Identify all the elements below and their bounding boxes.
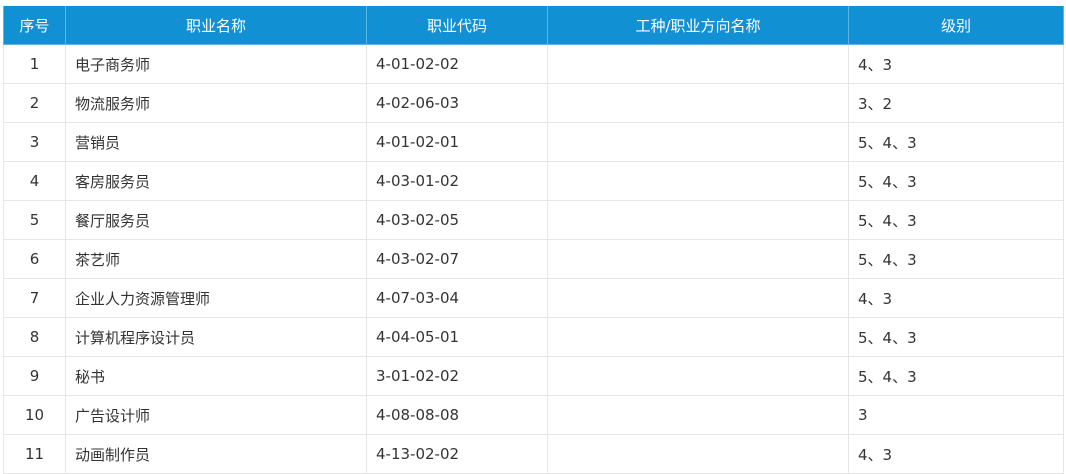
table-row: 8 计算机程序设计员 4-04-05-01 5、4、3	[3, 317, 1064, 357]
cell-occupation-code: 4-04-05-01	[366, 317, 548, 357]
cell-index: 3	[3, 122, 66, 162]
cell-work-type-direction	[547, 161, 849, 201]
table-header: 序号 职业名称 职业代码 工种/职业方向名称 级别	[3, 6, 1064, 45]
cell-index: 7	[3, 278, 66, 318]
cell-index: 10	[3, 395, 66, 435]
header-row: 序号 职业名称 职业代码 工种/职业方向名称 级别	[3, 6, 1064, 45]
cell-work-type-direction	[547, 83, 849, 123]
cell-occupation-code: 4-07-03-04	[366, 278, 548, 318]
cell-occupation-code: 3-01-02-02	[366, 356, 548, 396]
table-row: 10 广告设计师 4-08-08-08 3	[3, 395, 1064, 435]
cell-occupation-name: 营销员	[65, 122, 367, 162]
cell-occupation-code: 4-03-02-07	[366, 239, 548, 279]
occupation-table-container: 序号 职业名称 职业代码 工种/职业方向名称 级别 1 电子商务师 4-01-02-…	[3, 6, 1064, 474]
table-row: 6 茶艺师 4-03-02-07 5、4、3	[3, 239, 1064, 279]
cell-occupation-name: 广告设计师	[65, 395, 367, 435]
table-row: 4 客房服务员 4-03-01-02 5、4、3	[3, 161, 1064, 201]
cell-index: 8	[3, 317, 66, 357]
table-row: 7 企业人力资源管理师 4-07-03-04 4、3	[3, 278, 1064, 318]
cell-occupation-code: 4-13-02-02	[366, 434, 548, 474]
cell-level: 5、4、3	[848, 356, 1064, 396]
cell-occupation-name: 客房服务员	[65, 161, 367, 201]
cell-occupation-name: 秘书	[65, 356, 367, 396]
cell-work-type-direction	[547, 239, 849, 279]
header-level: 级别	[848, 6, 1064, 45]
cell-level: 5、4、3	[848, 200, 1064, 240]
cell-index: 11	[3, 434, 66, 474]
cell-occupation-name: 餐厅服务员	[65, 200, 367, 240]
cell-occupation-code: 4-03-01-02	[366, 161, 548, 201]
cell-occupation-name: 物流服务师	[65, 83, 367, 123]
cell-work-type-direction	[547, 278, 849, 318]
cell-level: 5、4、3	[848, 317, 1064, 357]
table-body: 1 电子商务师 4-01-02-02 4、3 2 物流服务师 4-02-06-03 3、2 3 营…	[3, 44, 1064, 474]
table-row: 1 电子商务师 4-01-02-02 4、3	[3, 44, 1064, 84]
cell-occupation-name: 动画制作员	[65, 434, 367, 474]
cell-work-type-direction	[547, 317, 849, 357]
cell-work-type-direction	[547, 200, 849, 240]
cell-work-type-direction	[547, 434, 849, 474]
cell-level: 4、3	[848, 434, 1064, 474]
table-row: 3 营销员 4-01-02-01 5、4、3	[3, 122, 1064, 162]
cell-index: 9	[3, 356, 66, 396]
cell-level: 5、4、3	[848, 122, 1064, 162]
cell-work-type-direction	[547, 395, 849, 435]
header-work-type-direction: 工种/职业方向名称	[547, 6, 849, 45]
cell-index: 6	[3, 239, 66, 279]
cell-occupation-code: 4-03-02-05	[366, 200, 548, 240]
cell-occupation-name: 电子商务师	[65, 44, 367, 84]
occupation-table: 序号 职业名称 职业代码 工种/职业方向名称 级别 1 电子商务师 4-01-02-…	[3, 6, 1064, 474]
table-row: 9 秘书 3-01-02-02 5、4、3	[3, 356, 1064, 396]
table-row: 11 动画制作员 4-13-02-02 4、3	[3, 434, 1064, 474]
cell-occupation-name: 计算机程序设计员	[65, 317, 367, 357]
cell-occupation-code: 4-08-08-08	[366, 395, 548, 435]
cell-level: 5、4、3	[848, 161, 1064, 201]
cell-occupation-name: 企业人力资源管理师	[65, 278, 367, 318]
cell-level: 5、4、3	[848, 239, 1064, 279]
table-row: 5 餐厅服务员 4-03-02-05 5、4、3	[3, 200, 1064, 240]
cell-work-type-direction	[547, 44, 849, 84]
table-row: 2 物流服务师 4-02-06-03 3、2	[3, 83, 1064, 123]
cell-level: 3、2	[848, 83, 1064, 123]
cell-index: 1	[3, 44, 66, 84]
cell-work-type-direction	[547, 122, 849, 162]
cell-work-type-direction	[547, 356, 849, 396]
cell-level: 3	[848, 395, 1064, 435]
cell-index: 4	[3, 161, 66, 201]
cell-occupation-code: 4-02-06-03	[366, 83, 548, 123]
cell-level: 4、3	[848, 278, 1064, 318]
cell-index: 2	[3, 83, 66, 123]
cell-index: 5	[3, 200, 66, 240]
cell-level: 4、3	[848, 44, 1064, 84]
header-index: 序号	[3, 6, 66, 45]
cell-occupation-code: 4-01-02-01	[366, 122, 548, 162]
header-occupation-name: 职业名称	[65, 6, 367, 45]
cell-occupation-code: 4-01-02-02	[366, 44, 548, 84]
cell-occupation-name: 茶艺师	[65, 239, 367, 279]
header-occupation-code: 职业代码	[366, 6, 548, 45]
